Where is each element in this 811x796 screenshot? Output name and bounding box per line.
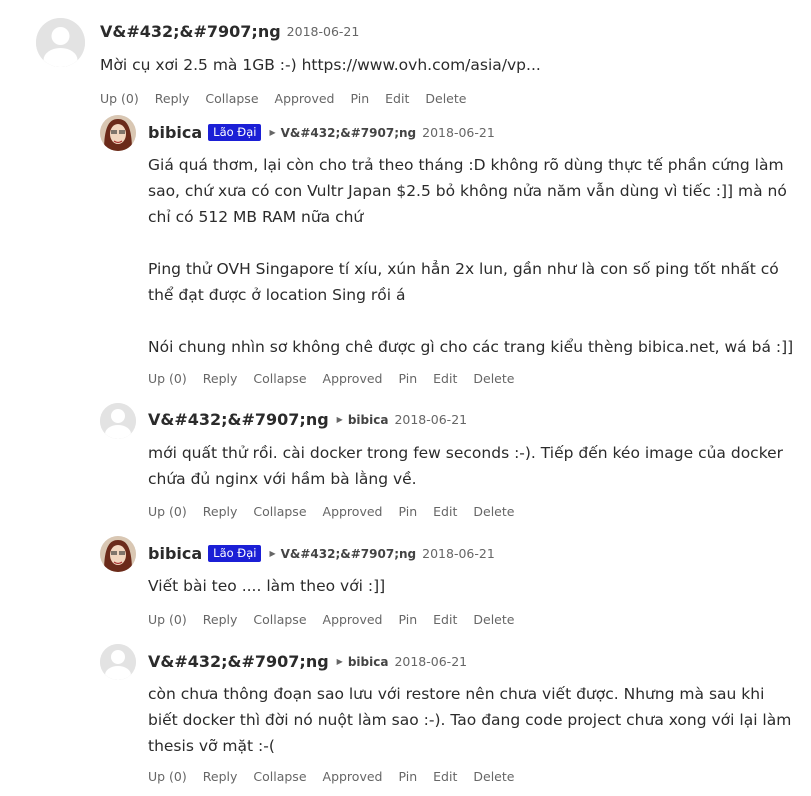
comment-actions: Up (0) Reply Collapse Approved Pin Edit …: [100, 91, 482, 106]
upvote-button[interactable]: Up (0): [148, 769, 187, 784]
upvote-button[interactable]: Up (0): [148, 504, 187, 519]
comment-author[interactable]: V&#432;&#7907;ng: [148, 652, 329, 671]
reply-button[interactable]: Reply: [203, 371, 238, 386]
comment-3: V&#432;&#7907;ng ▶ bibica 2018-06-21 mới…: [100, 403, 800, 528]
reply-to-author[interactable]: V&#432;&#7907;ng: [281, 126, 417, 140]
comment-author[interactable]: bibica: [148, 123, 202, 142]
comment-date[interactable]: 2018-06-21: [394, 654, 467, 669]
pin-button[interactable]: Pin: [398, 612, 417, 627]
edit-button[interactable]: Edit: [433, 769, 457, 784]
reply-arrow-icon: ▶: [336, 657, 343, 666]
pin-button[interactable]: Pin: [350, 91, 369, 106]
comment-actions: Up (0) Reply Collapse Approved Pin Edit …: [148, 769, 530, 784]
upvote-button[interactable]: Up (0): [100, 91, 139, 106]
reply-button[interactable]: Reply: [203, 769, 238, 784]
approved-button[interactable]: Approved: [323, 612, 383, 627]
pin-button[interactable]: Pin: [398, 504, 417, 519]
comment-date[interactable]: 2018-06-21: [422, 125, 495, 140]
collapse-button[interactable]: Collapse: [205, 91, 258, 106]
reply-arrow-icon: ▶: [269, 128, 276, 137]
collapse-button[interactable]: Collapse: [253, 769, 306, 784]
avatar-default[interactable]: [100, 644, 136, 680]
reply-button[interactable]: Reply: [203, 504, 238, 519]
reply-to-author[interactable]: bibica: [348, 655, 389, 669]
avatar-bibica[interactable]: [100, 536, 136, 572]
comment-text: Giá quá thơm, lại còn cho trả theo tháng…: [148, 156, 794, 356]
comment-actions: Up (0) Reply Collapse Approved Pin Edit …: [148, 371, 530, 386]
comment-1: V&#432;&#7907;ng 2018-06-21 Mời cụ xơi 2…: [36, 18, 796, 113]
edit-button[interactable]: Edit: [433, 371, 457, 386]
delete-button[interactable]: Delete: [473, 504, 514, 519]
upvote-button[interactable]: Up (0): [148, 612, 187, 627]
comment-date[interactable]: 2018-06-21: [394, 412, 467, 427]
collapse-button[interactable]: Collapse: [253, 371, 306, 386]
delete-button[interactable]: Delete: [473, 769, 514, 784]
delete-button[interactable]: Delete: [473, 612, 514, 627]
approved-button[interactable]: Approved: [275, 91, 335, 106]
collapse-button[interactable]: Collapse: [253, 504, 306, 519]
approved-button[interactable]: Approved: [323, 504, 383, 519]
comment-actions: Up (0) Reply Collapse Approved Pin Edit …: [148, 504, 530, 519]
role-badge: Lão Đại: [208, 545, 262, 562]
avatar-default[interactable]: [100, 403, 136, 439]
reply-arrow-icon: ▶: [269, 549, 276, 558]
reply-to-author[interactable]: bibica: [348, 413, 389, 427]
comment-text: Viết bài teo .... làm theo với :]]: [148, 577, 386, 595]
approved-button[interactable]: Approved: [323, 769, 383, 784]
comment-2: bibica Lão Đại ▶ V&#432;&#7907;ng 2018-0…: [100, 115, 800, 395]
comment-author[interactable]: bibica: [148, 544, 202, 563]
avatar-bibica[interactable]: [100, 115, 136, 151]
comment-text: Mời cụ xơi 2.5 mà 1GB :-) https://www.ov…: [100, 56, 541, 74]
avatar-default[interactable]: [36, 18, 85, 67]
comment-5: V&#432;&#7907;ng ▶ bibica 2018-06-21 còn…: [100, 644, 800, 792]
comment-text: mới quất thử rồi. cài docker trong few s…: [148, 444, 784, 488]
approved-button[interactable]: Approved: [323, 371, 383, 386]
comment-text: còn chưa thông đoạn sao lưu với restore …: [148, 685, 792, 755]
reply-button[interactable]: Reply: [203, 612, 238, 627]
comment-date[interactable]: 2018-06-21: [287, 24, 360, 39]
pin-button[interactable]: Pin: [398, 371, 417, 386]
comment-author[interactable]: V&#432;&#7907;ng: [148, 410, 329, 429]
delete-button[interactable]: Delete: [425, 91, 466, 106]
comment-actions: Up (0) Reply Collapse Approved Pin Edit …: [148, 612, 530, 627]
collapse-button[interactable]: Collapse: [253, 612, 306, 627]
reply-to-author[interactable]: V&#432;&#7907;ng: [281, 547, 417, 561]
comment-4: bibica Lão Đại ▶ V&#432;&#7907;ng 2018-0…: [100, 536, 800, 636]
edit-button[interactable]: Edit: [433, 612, 457, 627]
reply-button[interactable]: Reply: [155, 91, 190, 106]
comment-date[interactable]: 2018-06-21: [422, 546, 495, 561]
edit-button[interactable]: Edit: [433, 504, 457, 519]
reply-arrow-icon: ▶: [336, 415, 343, 424]
upvote-button[interactable]: Up (0): [148, 371, 187, 386]
edit-button[interactable]: Edit: [385, 91, 409, 106]
role-badge: Lão Đại: [208, 124, 262, 141]
delete-button[interactable]: Delete: [473, 371, 514, 386]
pin-button[interactable]: Pin: [398, 769, 417, 784]
comment-author[interactable]: V&#432;&#7907;ng: [100, 22, 281, 41]
